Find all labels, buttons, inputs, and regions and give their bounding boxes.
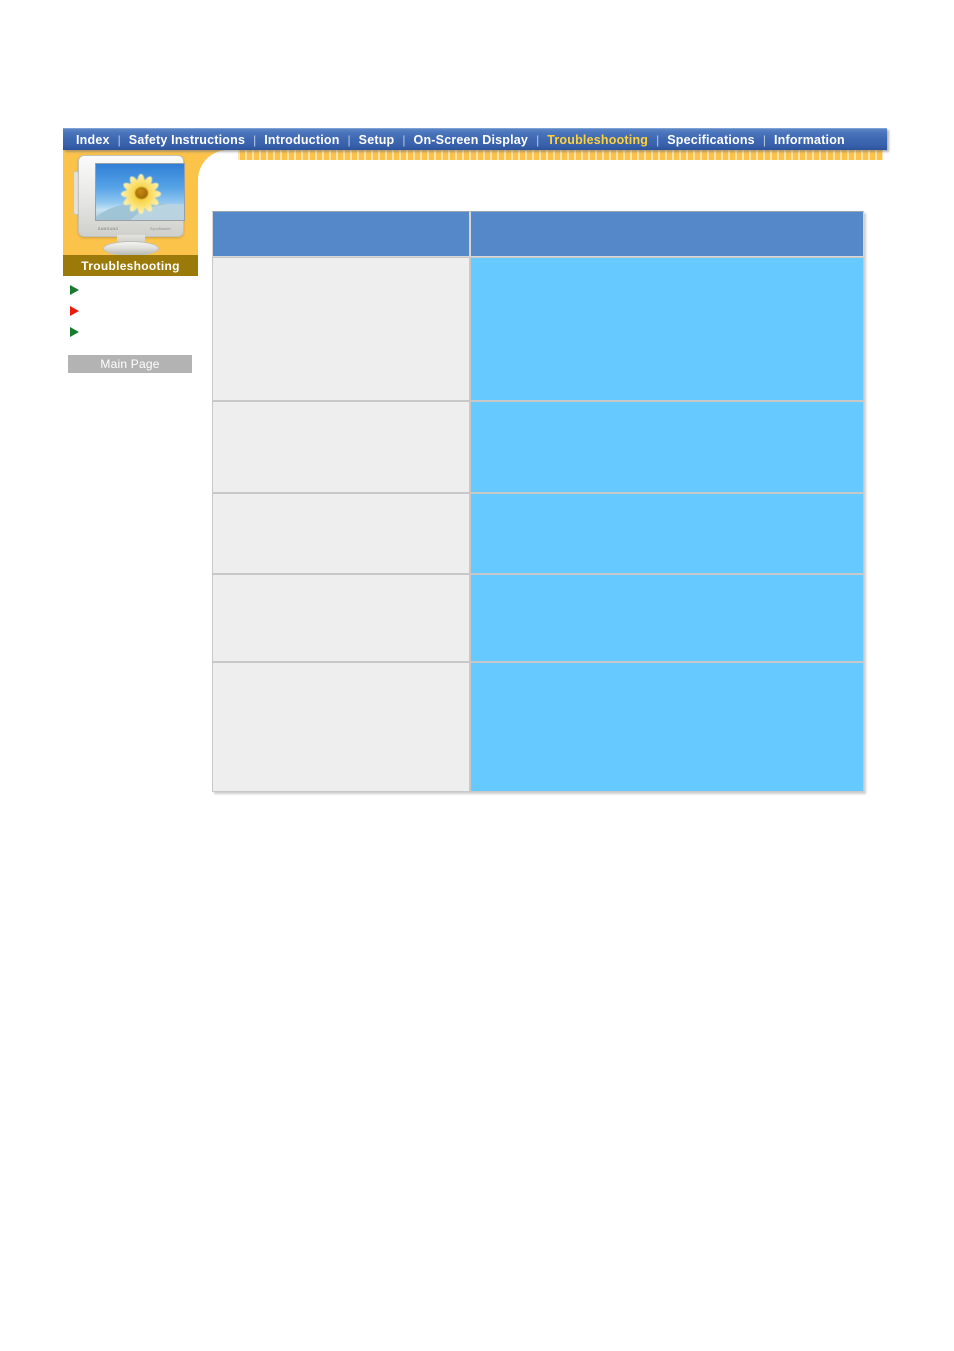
nav-separator: | (762, 132, 766, 147)
monitor-base (103, 241, 159, 256)
table-cell-solution (470, 257, 864, 401)
monitor-illustration: SAMSUNG SyncMaster (70, 155, 192, 256)
monitor-brand-label: SAMSUNG (98, 227, 119, 231)
green-triangle-icon (70, 326, 79, 337)
table-cell-symptom (212, 574, 470, 662)
main-navigation-bar: Index | Safety Instructions | Introducti… (63, 128, 887, 150)
nav-separator: | (117, 132, 121, 147)
sunflower-icon (116, 170, 166, 216)
table-cell-solution (470, 493, 864, 574)
table-row (212, 257, 864, 401)
nav-separator: | (656, 132, 660, 147)
nav-separator: | (347, 132, 351, 147)
table-cell-solution (470, 662, 864, 792)
table-header-solution (470, 211, 864, 257)
table-cell-solution (470, 401, 864, 493)
table-row (212, 574, 864, 662)
nav-item-troubleshooting[interactable]: Troubleshooting (541, 130, 654, 150)
nav-item-setup[interactable]: Setup (353, 130, 401, 150)
table-cell-symptom (212, 662, 470, 792)
nav-separator: | (253, 132, 257, 147)
sidebar-section-title: Troubleshooting (81, 258, 180, 273)
sidebar-link-1[interactable] (70, 279, 195, 300)
sidebar-link-3[interactable] (70, 321, 195, 342)
content-area-rounded-corner (198, 150, 238, 190)
sidebar-link-2[interactable] (70, 300, 195, 321)
table-row (212, 493, 864, 574)
nav-item-safety-instructions[interactable]: Safety Instructions (123, 130, 251, 150)
table-cell-symptom (212, 257, 470, 401)
sunflower-center-icon (135, 187, 148, 199)
nav-separator: | (402, 132, 406, 147)
sidebar-section-band: Troubleshooting (63, 255, 198, 276)
nav-item-introduction[interactable]: Introduction (258, 130, 345, 150)
main-page-button-label: Main Page (100, 357, 160, 371)
table-row (212, 662, 864, 792)
troubleshooting-table (212, 211, 864, 792)
nav-item-specifications[interactable]: Specifications (661, 130, 761, 150)
nav-item-information[interactable]: Information (768, 130, 851, 150)
monitor-screen (95, 163, 185, 221)
table-cell-symptom (212, 401, 470, 493)
monitor-model-label: SyncMaster (150, 227, 171, 231)
sidebar-link-list (70, 279, 195, 342)
monitor-bezel: SAMSUNG SyncMaster (78, 155, 185, 237)
table-cell-symptom (212, 493, 470, 574)
table-header-row (212, 211, 864, 257)
table-cell-solution (470, 574, 864, 662)
table-row (212, 401, 864, 493)
nav-item-on-screen-display[interactable]: On-Screen Display (408, 130, 535, 150)
table-header-symptom (212, 211, 470, 257)
nav-item-index[interactable]: Index (70, 130, 116, 150)
red-triangle-icon (70, 305, 79, 316)
main-page-button[interactable]: Main Page (68, 355, 192, 373)
nav-separator: | (536, 132, 540, 147)
green-triangle-icon (70, 284, 79, 295)
